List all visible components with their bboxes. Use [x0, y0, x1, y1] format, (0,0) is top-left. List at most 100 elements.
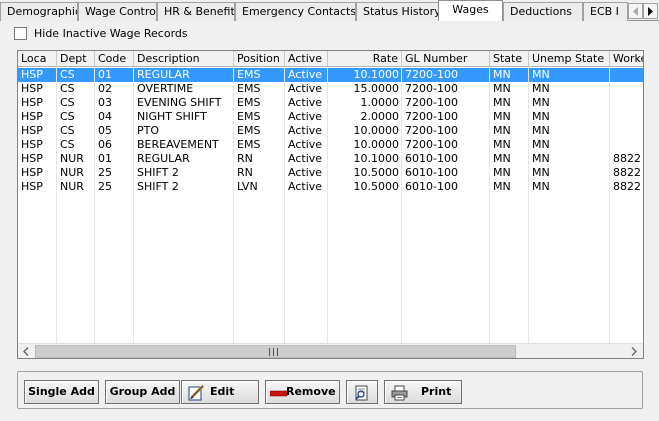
cell-worke [610, 68, 643, 82]
column-header-code[interactable]: Code [95, 51, 134, 67]
print-preview-button[interactable] [346, 380, 378, 404]
print-button[interactable]: Print [384, 380, 462, 404]
cell-worke [610, 138, 643, 152]
cell-rate: 10.5000 [353, 166, 400, 179]
cell-worke: 8822 [613, 166, 641, 179]
column-header-active[interactable]: Active [285, 51, 328, 67]
cell-code: 06 [98, 138, 112, 151]
cell-gl-number: 7200-100 [405, 96, 458, 109]
column-header-description[interactable]: Description [134, 51, 234, 67]
cell-unemp-state: MN [532, 138, 550, 151]
column-gridline [401, 67, 402, 343]
group-add-label: Group Add [109, 385, 176, 398]
cell-rate: 10.1000 [353, 68, 400, 81]
cell-description: SHIFT 2 [137, 180, 179, 193]
edit-button[interactable]: Edit [181, 380, 259, 404]
tab-deductions[interactable]: Deductions [503, 2, 583, 21]
tab-emergency-contacts[interactable]: Emergency Contacts [235, 2, 356, 21]
print-label: Print [421, 385, 452, 398]
cell-dept: CS [60, 110, 75, 123]
tab-wages[interactable]: Wages [438, 0, 503, 21]
cell-position: EMS [237, 124, 261, 137]
cell-state: MN [493, 138, 511, 151]
table-row[interactable]: HSP CS 01 REGULAR EMS Active 10.1000 7200-100 MN… [18, 68, 643, 82]
column-header-worke[interactable]: Worke [610, 51, 643, 67]
column-header-unemp-state[interactable]: Unemp State [529, 51, 610, 67]
tab-scroll-left-button[interactable] [628, 3, 643, 19]
column-header-dept[interactable]: Dept [57, 51, 95, 67]
cell-code: 25 [98, 180, 112, 193]
table-row[interactable]: HSP NUR 01 REGULAR RN Active 10.1000 6010-100 MN… [18, 152, 643, 166]
tab-status-history[interactable]: Status History [356, 2, 440, 21]
horizontal-scrollbar[interactable] [18, 343, 643, 358]
tab-hr-benefits[interactable]: HR & Benefits [157, 2, 235, 21]
cell-unemp-state: MN [532, 152, 550, 165]
cell-rate: 10.0000 [353, 138, 400, 151]
cell-state: MN [493, 110, 511, 123]
cell-unemp-state: MN [532, 82, 550, 95]
column-header-rate[interactable]: Rate [328, 51, 402, 67]
cell-dept: CS [60, 138, 75, 151]
tab-scroll-right-button[interactable] [643, 3, 658, 19]
cell-dept: NUR [60, 180, 84, 193]
tab-ecb[interactable]: ECB I [583, 2, 628, 21]
table-row[interactable]: HSP CS 05 PTO EMS Active 10.0000 7200-100 MN MN [18, 124, 643, 138]
cell-gl-number: 6010-100 [405, 152, 458, 165]
cell-rate: 2.0000 [360, 110, 400, 123]
column-header-state[interactable]: State [490, 51, 529, 67]
column-gridline [284, 67, 285, 343]
cell-active: Active [288, 68, 323, 81]
table-row[interactable]: HSP CS 02 OVERTIME EMS Active 15.0000 7200-100 M… [18, 82, 643, 96]
cell-loca: HSP [21, 152, 43, 165]
cell-worke [610, 110, 643, 124]
table-row[interactable]: HSP CS 06 BEREAVEMENT EMS Active 10.0000 7200-1… [18, 138, 643, 152]
table-row[interactable]: HSP NUR 25 SHIFT 2 RN Active 10.5000 6010-100 MN… [18, 166, 643, 180]
cell-loca: HSP [21, 138, 43, 151]
cell-state: MN [493, 96, 511, 109]
tab-strip: Demographics Wage Control HR & Benefits … [0, 0, 659, 21]
scroll-right-button[interactable] [626, 344, 643, 358]
scrollbar-thumb[interactable] [35, 345, 516, 358]
table-row[interactable]: HSP CS 04 NIGHT SHIFT EMS Active 2.0000 7200-10… [18, 110, 643, 124]
tab-demographics[interactable]: Demographics [0, 2, 78, 21]
cell-position: EMS [237, 68, 261, 81]
cell-gl-number: 7200-100 [405, 138, 458, 151]
hide-inactive-checkbox[interactable] [14, 27, 27, 40]
column-gridline [233, 67, 234, 343]
column-gridline [56, 67, 57, 343]
cell-loca: HSP [21, 124, 43, 137]
cell-active: Active [288, 110, 323, 123]
single-add-button[interactable]: Single Add [24, 380, 99, 404]
chevron-right-icon [631, 347, 637, 356]
cell-position: EMS [237, 138, 261, 151]
cell-active: Active [288, 180, 323, 193]
cell-position: EMS [237, 96, 261, 109]
cell-rate: 15.0000 [353, 82, 400, 95]
hide-inactive-label: Hide Inactive Wage Records [34, 27, 188, 40]
cell-unemp-state: MN [532, 68, 550, 81]
column-gridline [133, 67, 134, 343]
cell-unemp-state: MN [532, 124, 550, 137]
cell-description: REGULAR [137, 152, 190, 165]
grip-icon [269, 348, 278, 356]
column-header-loca[interactable]: Loca [18, 51, 57, 67]
cell-worke [610, 82, 643, 96]
wage-records-grid[interactable]: Loca Dept Code Description Position Active Rat… [17, 50, 644, 359]
column-header-position[interactable]: Position [234, 51, 285, 67]
column-header-gl-number[interactable]: GL Number [402, 51, 490, 67]
scroll-left-button[interactable] [18, 344, 35, 358]
group-add-button[interactable]: Group Add [105, 380, 180, 404]
table-row[interactable]: HSP CS 03 EVENING SHIFT EMS Active 1.0000 7200-… [18, 96, 643, 110]
cell-gl-number: 6010-100 [405, 166, 458, 179]
cell-dept: NUR [60, 166, 84, 179]
tab-wage-control[interactable]: Wage Control [78, 2, 157, 21]
cell-gl-number: 6010-100 [405, 180, 458, 193]
cell-code: 04 [98, 110, 112, 123]
remove-button[interactable]: Remove [265, 380, 340, 404]
cell-active: Active [288, 124, 323, 137]
cell-active: Active [288, 82, 323, 95]
cell-state: MN [493, 180, 511, 193]
table-row[interactable]: HSP NUR 25 SHIFT 2 LVN Active 10.5000 6010-100 M… [18, 180, 643, 194]
column-gridline [94, 67, 95, 343]
cell-rate: 10.5000 [353, 180, 400, 193]
